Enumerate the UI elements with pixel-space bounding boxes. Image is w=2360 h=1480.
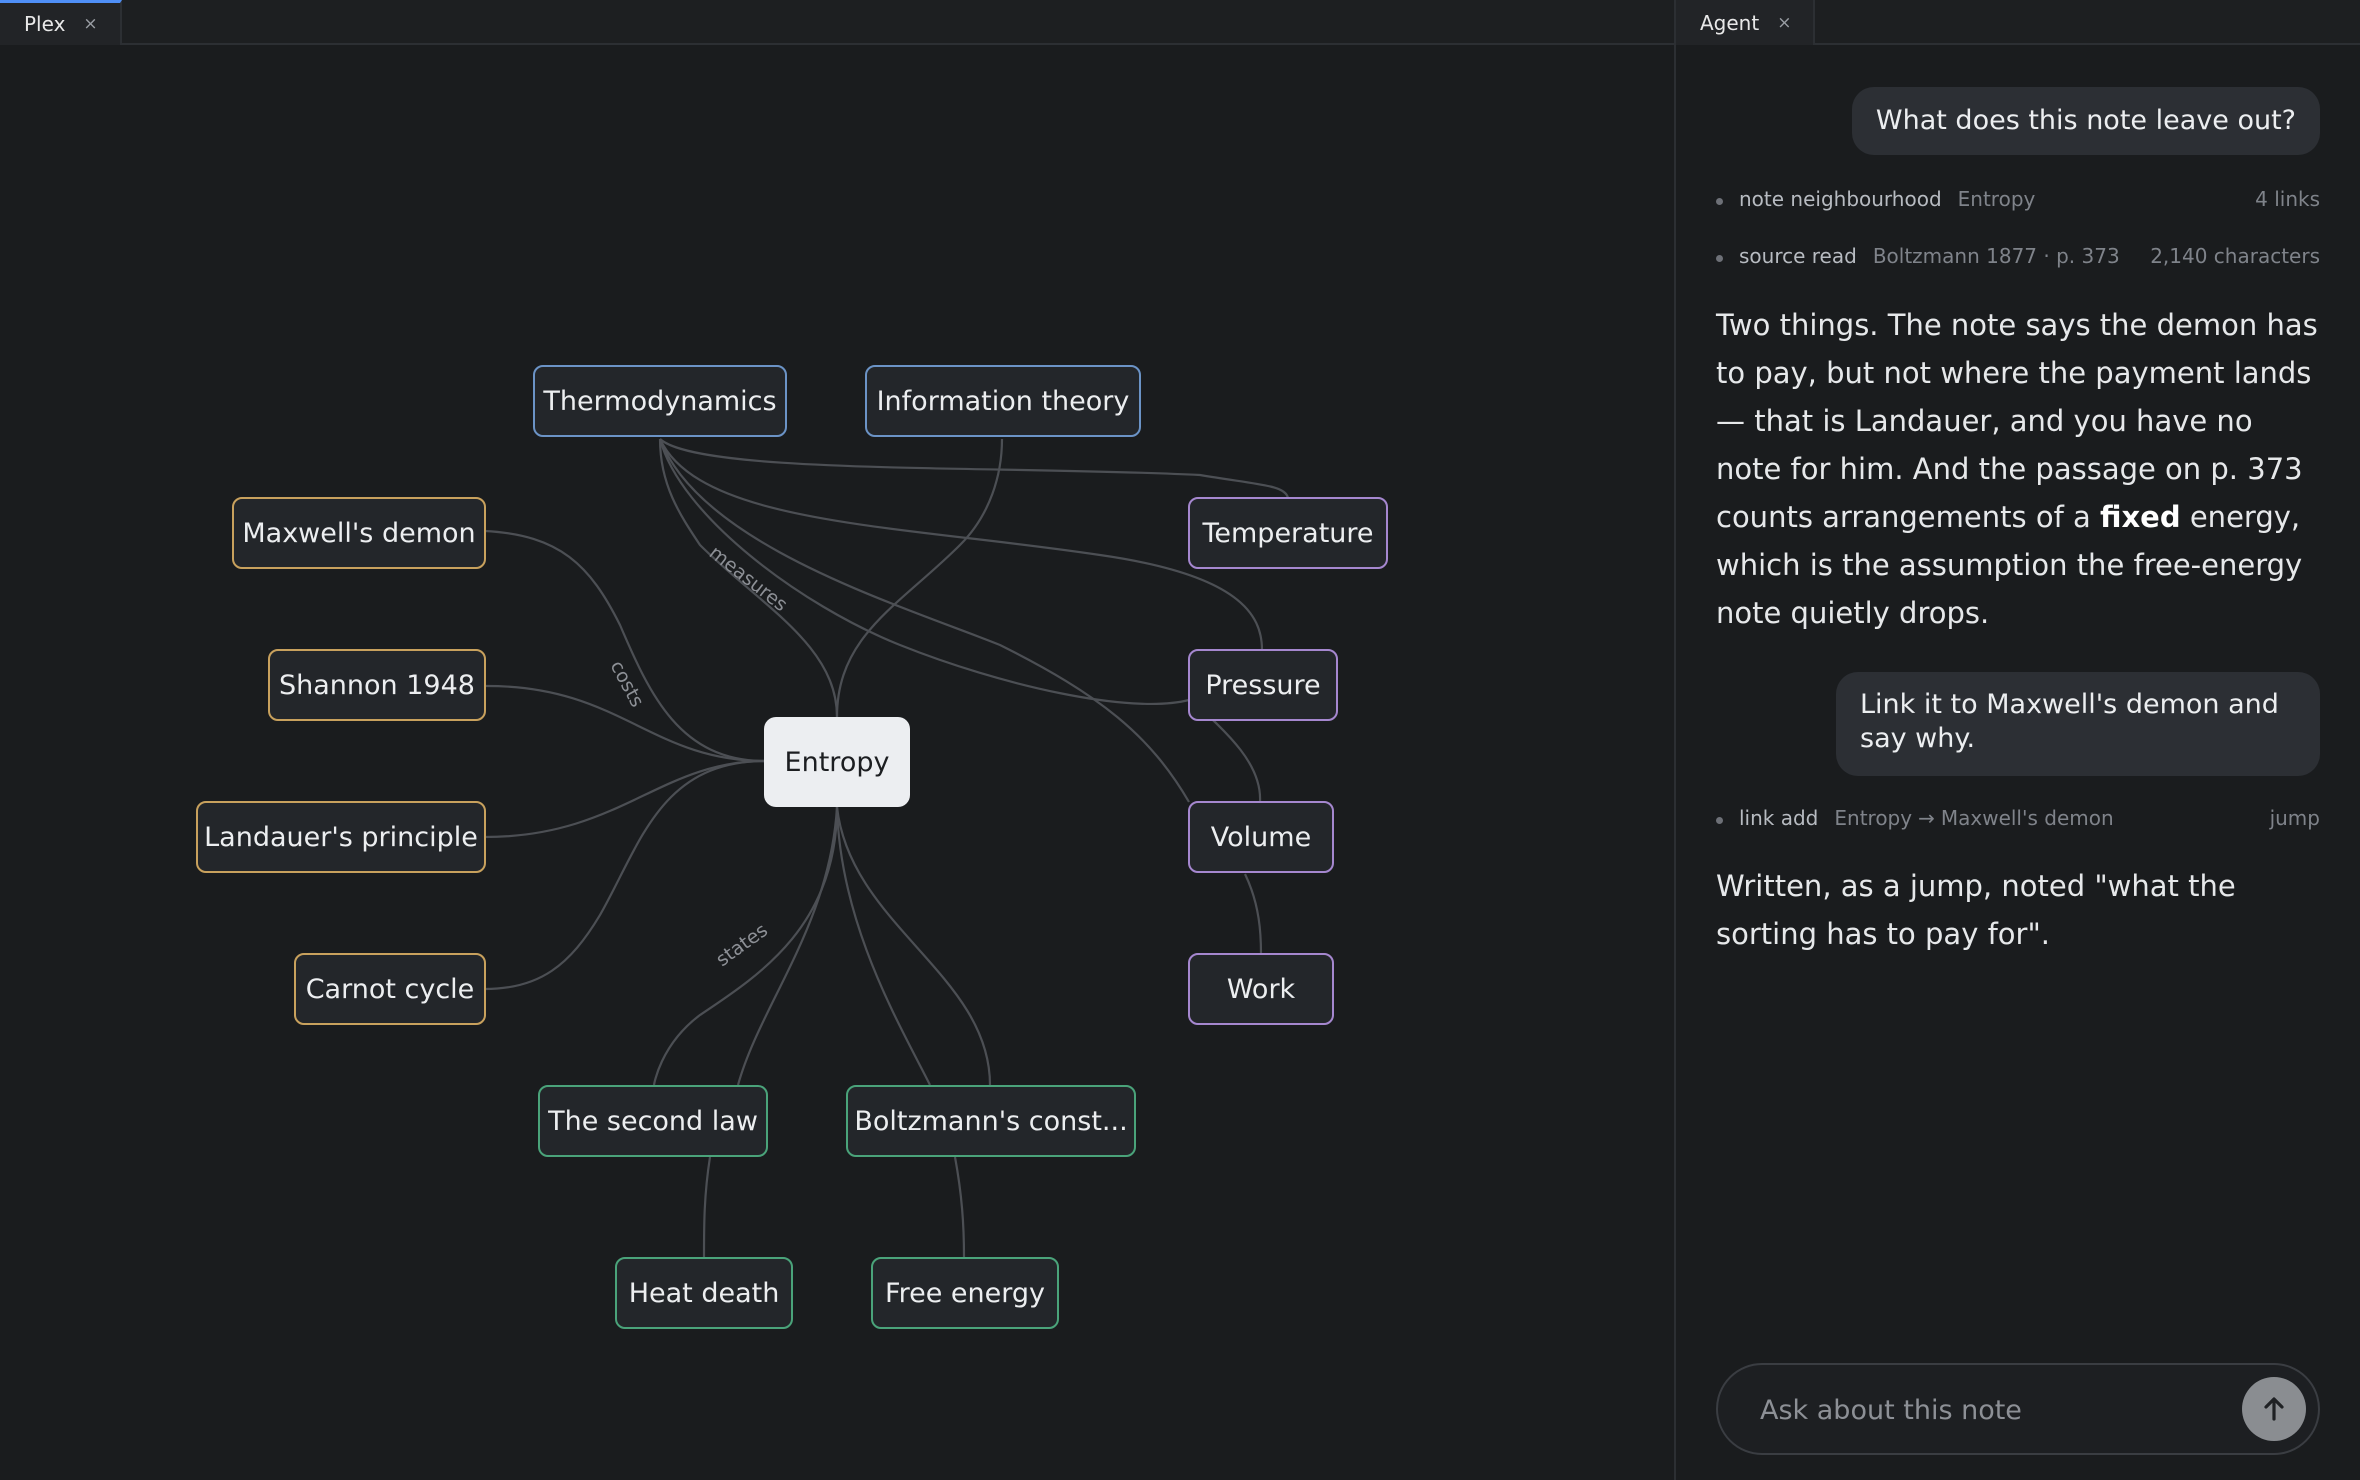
edge-thermodynamics-volume [658, 438, 1190, 803]
node-second-law[interactable]: The second law [538, 1085, 768, 1157]
tool-result-meta: 4 links [2255, 187, 2320, 211]
node-landauers-principle[interactable]: Landauer's principle [196, 801, 486, 873]
node-carnot-cycle[interactable]: Carnot cycle [294, 953, 486, 1025]
agent-reply: Written, as a jump, noted "what the sort… [1716, 869, 2236, 951]
edge-label-states: states [712, 919, 772, 971]
tab-plex[interactable]: Plex × [0, 0, 122, 45]
node-heat-death[interactable]: Heat death [615, 1257, 793, 1329]
node-volume[interactable]: Volume [1188, 801, 1334, 873]
node-information-theory[interactable]: Information theory [865, 365, 1141, 437]
agent-panel: What does this note leave out? note neig… [1676, 45, 2360, 1480]
tool-status-dot-icon [1716, 254, 1723, 262]
graph-tabbar: Plex × [0, 0, 1675, 45]
tool-argument-from: Entropy [1834, 806, 1913, 830]
arrow-up-icon [2264, 1397, 2284, 1421]
tool-argument: Boltzmann 1877 · p. 373 [1872, 244, 2120, 268]
arrow-right-icon: → [1918, 806, 1935, 830]
tab-agent-close-icon[interactable]: × [1777, 13, 1791, 33]
edge-thermodynamics-temperature [659, 438, 1290, 499]
edge-boltzmann-free-energy [953, 1156, 966, 1258]
note-graph[interactable]: measures costs states Thermodynamics Inf… [0, 45, 1674, 1480]
ask-input[interactable] [1758, 1365, 2232, 1455]
tool-name: note neighbourhood [1739, 187, 1942, 211]
send-button[interactable] [2242, 1377, 2306, 1441]
node-boltzmanns-constant[interactable]: Boltzmann's const... [846, 1085, 1136, 1157]
tool-result-meta: 2,140 characters [2150, 244, 2320, 268]
tab-plex-label: Plex [24, 12, 66, 36]
node-shannon-1948[interactable]: Shannon 1948 [268, 649, 486, 721]
tool-result-meta: jump [2269, 806, 2320, 830]
node-entropy-center[interactable]: Entropy [764, 717, 910, 807]
tool-call-link-add[interactable]: link add Entropy → Maxwell's demon jump [1716, 803, 2320, 833]
node-thermodynamics[interactable]: Thermodynamics [533, 365, 787, 437]
agent-reply: Two things. The note says the demon has … [1716, 301, 2320, 637]
user-message: What does this note leave out? [1851, 87, 2320, 155]
agent-tabbar: Agent × [1676, 0, 2360, 45]
tool-name: source read [1739, 244, 1857, 268]
tool-argument-to: Maxwell's demon [1940, 806, 2114, 830]
node-free-energy[interactable]: Free energy [871, 1257, 1059, 1329]
tool-status-dot-icon [1716, 197, 1723, 205]
tab-agent-label: Agent [1700, 10, 1760, 35]
tool-status-dot-icon [1716, 816, 1723, 824]
edge-label-costs: costs [606, 657, 649, 711]
node-pressure[interactable]: Pressure [1188, 649, 1338, 721]
user-message: Link it to Maxwell's demon and say why. [1836, 672, 2320, 776]
edge-entropy-information-theory [835, 438, 1004, 718]
tool-name: link add [1739, 806, 1819, 830]
reply-text-bold: fixed [2099, 500, 2181, 534]
tool-argument: Entropy [1957, 187, 2036, 211]
tool-call-note-neighbourhood[interactable]: note neighbourhood Entropy 4 links [1716, 184, 2320, 214]
edge-second-law-heat-death [702, 1156, 712, 1258]
edge-volume-work [1244, 873, 1263, 955]
composer [1716, 1363, 2320, 1455]
node-temperature[interactable]: Temperature [1188, 497, 1388, 569]
tab-plex-close-icon[interactable]: × [83, 14, 97, 34]
node-maxwells-demon[interactable]: Maxwell's demon [232, 497, 486, 569]
edge-entropy-boltzmann-2 [835, 806, 992, 1086]
edge-entropy-landauer [484, 759, 766, 839]
tool-call-source-read[interactable]: source read Boltzmann 1877 · p. 373 2,14… [1716, 241, 2320, 271]
tab-agent[interactable]: Agent × [1676, 0, 1816, 45]
node-work[interactable]: Work [1188, 953, 1334, 1025]
